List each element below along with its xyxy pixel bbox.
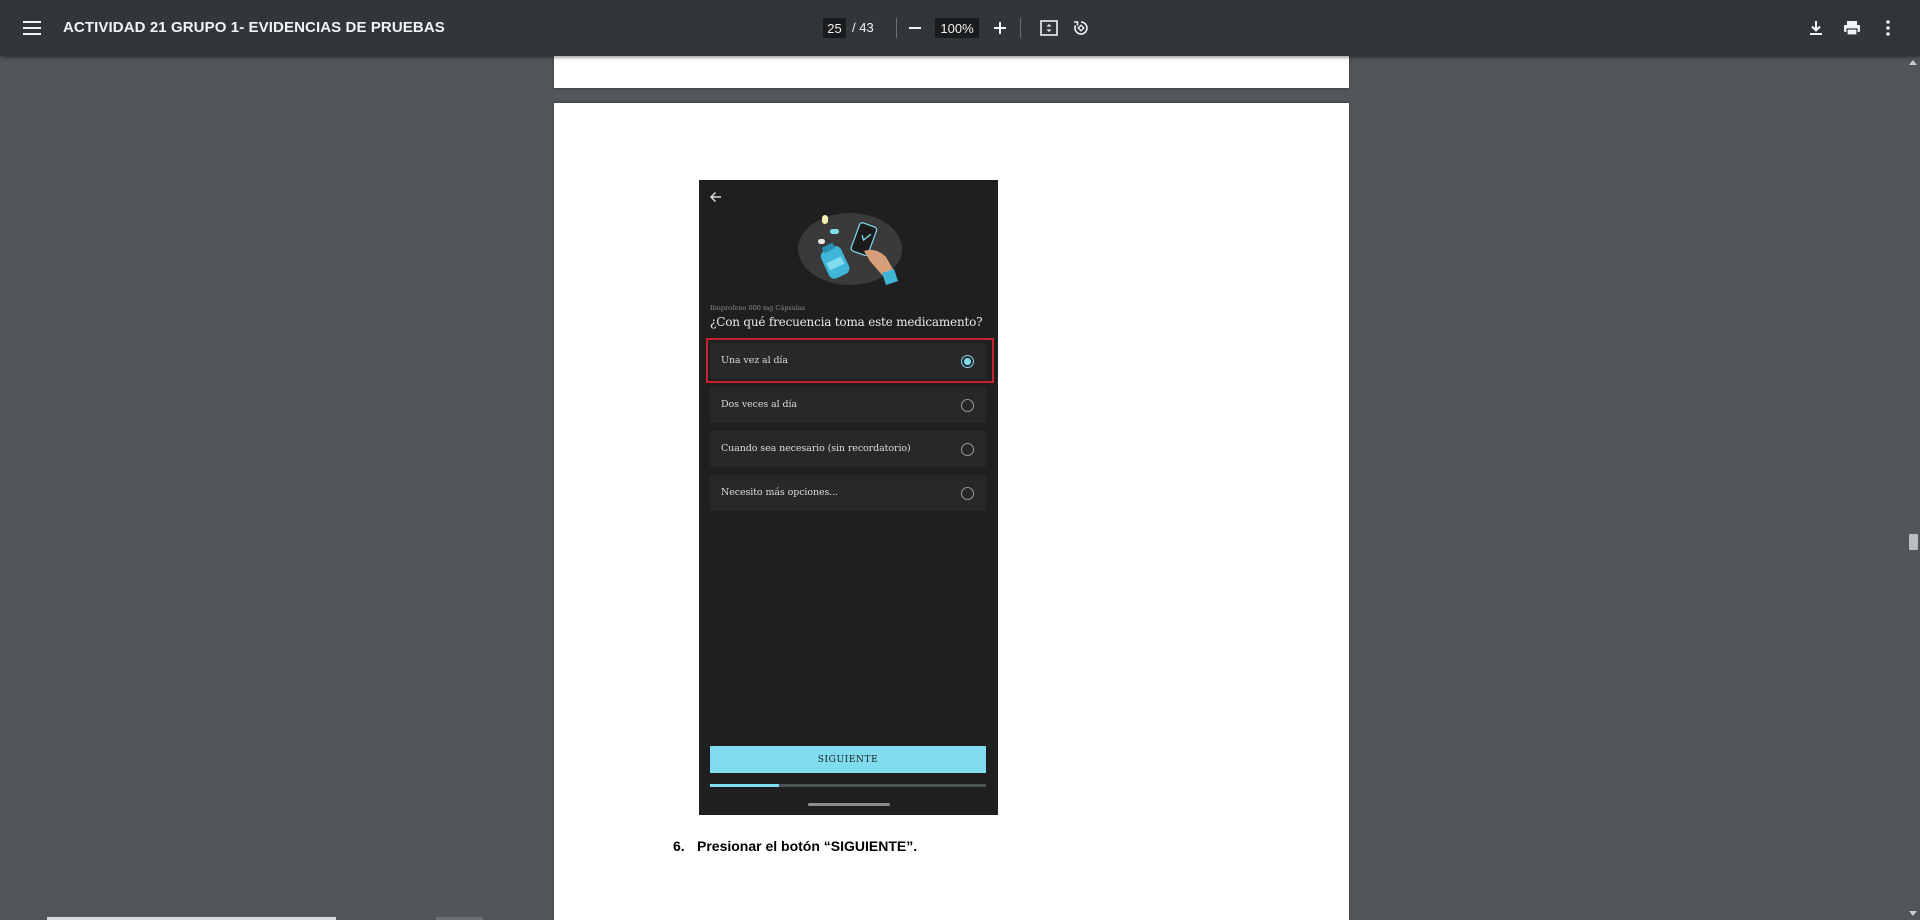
option-twice-daily[interactable]: Dos veces al día xyxy=(710,387,986,423)
toolbar-divider xyxy=(1020,18,1021,38)
back-arrow-icon xyxy=(709,190,729,210)
home-indicator xyxy=(808,803,890,806)
annotation-highlight-box xyxy=(706,338,994,383)
rotate-icon[interactable] xyxy=(1065,12,1097,44)
vertical-scrollbar[interactable] xyxy=(1905,56,1920,920)
progress-bar xyxy=(710,784,986,787)
option-label: Necesito más opciones... xyxy=(721,487,839,498)
frequency-question: ¿Con qué frecuencia toma este medicament… xyxy=(710,315,983,329)
scroll-up-arrow-icon[interactable] xyxy=(1909,60,1917,65)
zoom-in-icon[interactable] xyxy=(984,12,1016,44)
progress-bar-fill xyxy=(710,784,779,787)
toolbar-divider xyxy=(896,18,897,38)
medication-name: Ibuprofeno 600 mg Cápsulas xyxy=(710,304,806,312)
page-number-input[interactable]: 25 xyxy=(823,18,846,38)
zoom-out-icon[interactable] xyxy=(899,12,931,44)
fit-page-icon[interactable] xyxy=(1033,12,1065,44)
menu-icon[interactable] xyxy=(16,12,48,44)
step-instruction: 6. Presionar el botón “SIGUIENTE”. xyxy=(673,838,917,854)
option-more-options[interactable]: Necesito más opciones... xyxy=(710,475,986,511)
option-label: Dos veces al día xyxy=(721,399,797,410)
step-text: Presionar el botón “SIGUIENTE”. xyxy=(697,838,918,854)
app-screenshot: Ibuprofeno 600 mg Cápsulas ¿Con qué frec… xyxy=(699,180,998,815)
download-icon[interactable] xyxy=(1800,12,1832,44)
scroll-thumb[interactable] xyxy=(1909,534,1918,550)
radio-unselected[interactable] xyxy=(961,487,974,500)
print-icon[interactable] xyxy=(1836,12,1868,44)
radio-unselected[interactable] xyxy=(961,443,974,456)
zoom-level-input[interactable]: 100% xyxy=(935,18,979,38)
scroll-down-arrow-icon[interactable] xyxy=(1909,911,1917,916)
step-number: 6. xyxy=(673,838,685,854)
page-total: / 43 xyxy=(852,20,874,35)
radio-unselected[interactable] xyxy=(961,399,974,412)
option-as-needed[interactable]: Cuando sea necesario (sin recordatorio) xyxy=(710,431,986,467)
medication-illustration xyxy=(794,207,904,287)
option-label: Cuando sea necesario (sin recordatorio) xyxy=(721,443,911,454)
document-title: ACTIVIDAD 21 GRUPO 1- EVIDENCIAS DE PRUE… xyxy=(63,19,445,36)
more-options-icon[interactable] xyxy=(1872,12,1904,44)
pdf-toolbar: ACTIVIDAD 21 GRUPO 1- EVIDENCIAS DE PRUE… xyxy=(0,0,1920,56)
pdf-page-current: Ibuprofeno 600 mg Cápsulas ¿Con qué frec… xyxy=(554,103,1349,920)
next-button[interactable]: SIGUIENTE xyxy=(710,746,986,773)
